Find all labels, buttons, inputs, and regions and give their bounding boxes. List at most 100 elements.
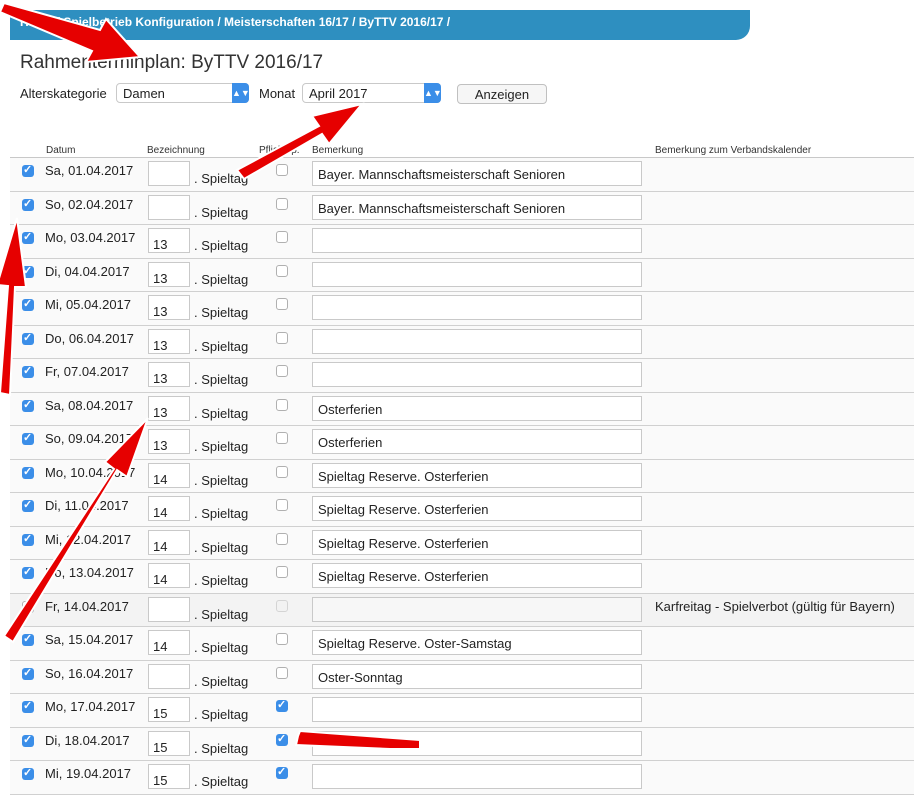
table-row: So, 09.04.2017 13 . Spieltag Osterferien <box>10 426 914 460</box>
row-date: Di, 11.04.2017 <box>45 498 129 513</box>
pflichtspiel-checkbox[interactable] <box>276 666 288 679</box>
row-select-checkbox[interactable] <box>22 197 34 211</box>
spieltag-number-input[interactable] <box>148 663 190 689</box>
row-date: Fr, 14.04.2017 <box>45 598 129 614</box>
table-row: Mo, 10.04.2017 14. Spieltag Spieltag Reser… <box>10 459 914 493</box>
bemerkung-input[interactable]: Osterferien <box>312 395 642 421</box>
bemerkung-input[interactable] <box>312 328 642 354</box>
monat-select[interactable]: April 2017 ▲▼ <box>302 83 442 103</box>
pflichtspiel-checkbox[interactable] <box>276 298 288 310</box>
bemerkung-input[interactable]: Spieltag Reserve. Osterferien <box>312 462 642 488</box>
spieltag-number-input[interactable]: 14 <box>148 496 190 521</box>
pflichtspiel-checkbox[interactable] <box>276 698 288 712</box>
row-select-checkbox[interactable] <box>22 766 34 780</box>
spieltag-number-input[interactable]: 13 <box>148 228 190 253</box>
spieltag-number-input[interactable]: 15 <box>148 697 190 722</box>
col-verbandskalender: Bemerkung zum Verbandskalender <box>655 145 812 156</box>
alterskategorie-value: Damen <box>123 86 165 101</box>
spieltag-label: . Spieltag <box>194 740 249 756</box>
row-date: Di, 18.04.2017 <box>45 732 130 748</box>
pflichtspiel-checkbox[interactable] <box>276 765 288 779</box>
row-select-checkbox[interactable] <box>22 699 34 713</box>
bemerkung-input[interactable]: Spieltag Reserve. Osterferien <box>312 529 642 555</box>
row-select-checkbox[interactable] <box>22 666 34 680</box>
pflichtspiel-checkbox[interactable] <box>276 465 288 478</box>
row-select-checkbox[interactable] <box>22 331 34 345</box>
spieltag-number-input[interactable]: 15 <box>148 764 190 789</box>
row-select-checkbox[interactable] <box>22 600 34 613</box>
pflichtspiel-checkbox[interactable] <box>276 432 288 444</box>
anzeigen-button[interactable]: Anzeigen <box>457 84 547 104</box>
spieltag-number-input[interactable] <box>148 596 190 622</box>
spieltag-number-input[interactable]: 15 <box>148 730 190 756</box>
row-select-checkbox[interactable] <box>22 632 34 646</box>
spieltag-label: . Spieltag <box>194 774 249 789</box>
spieltag-label: . Spieltag <box>194 673 249 689</box>
bemerkung-input[interactable]: Osterferien <box>312 429 642 454</box>
bemerkung-input[interactable] <box>312 697 642 722</box>
row-select-checkbox[interactable] <box>22 230 34 244</box>
alterskategorie-select[interactable]: Damen ▲▼ <box>116 83 250 103</box>
breadcrumb[interactable]: Home / Spielbetrieb Konfiguration / Meis… <box>20 15 450 29</box>
pflichtspiel-checkbox[interactable] <box>276 231 288 243</box>
pflichtspiel-checkbox[interactable] <box>276 398 288 411</box>
pflichtspiel-checkbox[interactable] <box>276 331 288 344</box>
row-select-checkbox[interactable] <box>22 163 34 177</box>
bemerkung-input[interactable]: Spieltag Reserve. Oster-Samstag <box>312 630 642 655</box>
pflichtspiel-checkbox[interactable] <box>276 197 288 210</box>
row-select-checkbox[interactable] <box>22 398 34 412</box>
bemerkung-input[interactable]: Oster-Sonntag <box>312 663 642 689</box>
pflichtspiel-checkbox[interactable] <box>276 164 288 176</box>
pflichtspiel-checkbox[interactable] <box>276 365 288 377</box>
bemerkung-input[interactable] <box>312 730 642 756</box>
spieltag-number-input[interactable]: 13 <box>148 295 190 320</box>
spieltag-number-input[interactable] <box>148 194 190 220</box>
row-select-checkbox[interactable] <box>22 431 34 445</box>
pflichtspiel-checkbox[interactable] <box>276 264 288 277</box>
chevron-updown-icon: ▲▼ <box>424 83 442 103</box>
pflichtspiel-checkbox[interactable] <box>276 532 288 545</box>
spieltag-label: . Spieltag <box>194 439 249 454</box>
pflichtspiel-checkbox[interactable] <box>276 633 288 645</box>
bemerkung-input[interactable]: Spieltag Reserve. Osterferien <box>312 496 642 521</box>
spieltag-number-input[interactable]: 13 <box>148 395 190 421</box>
row-select-checkbox[interactable] <box>22 364 34 378</box>
pflichtspiel-checkbox[interactable] <box>276 499 288 511</box>
row-date: So, 09.04.2017 <box>45 431 134 446</box>
pflichtspiel-checkbox[interactable] <box>276 566 288 578</box>
spieltag-number-input[interactable]: 14 <box>148 529 190 555</box>
bemerkung-input[interactable]: Bayer. Mannschaftsmeisterschaft Senioren <box>312 161 642 186</box>
spieltag-label: . Spieltag <box>194 372 249 387</box>
row-select-checkbox[interactable] <box>22 264 34 278</box>
row-date: Mo, 10.04.2017 <box>45 464 136 480</box>
bemerkung-input[interactable] <box>312 362 642 387</box>
bemerkung-input[interactable] <box>312 764 642 789</box>
row-select-checkbox[interactable] <box>22 465 34 479</box>
bemerkung-input[interactable] <box>312 261 642 287</box>
bemerkung-input[interactable]: Spieltag Reserve. Osterferien <box>312 563 642 588</box>
spieltag-number-input[interactable]: 14 <box>148 563 190 588</box>
row-select-checkbox[interactable] <box>22 297 34 311</box>
table-row: Do, 06.04.2017 13. Spieltag <box>10 325 914 359</box>
row-date: So, 02.04.2017 <box>45 196 134 212</box>
spieltag-number-input[interactable]: 13 <box>148 328 190 354</box>
row-select-checkbox[interactable] <box>22 498 34 512</box>
spieltag-number-input[interactable]: 13 <box>148 429 190 454</box>
spieltag-label: . Spieltag <box>194 707 249 722</box>
row-select-checkbox[interactable] <box>22 565 34 579</box>
table-row: Fr, 07.04.2017 13 . Spieltag <box>10 359 914 393</box>
spieltag-number-input[interactable]: 14 <box>148 462 190 488</box>
chevron-updown-icon: ▲▼ <box>232 83 250 103</box>
spieltag-number-input[interactable] <box>148 161 190 186</box>
bemerkung-input[interactable] <box>312 228 642 253</box>
row-select-checkbox[interactable] <box>22 532 34 546</box>
bemerkung-input[interactable] <box>312 295 642 320</box>
row-select-checkbox[interactable] <box>22 733 34 747</box>
spieltag-number-input[interactable]: 13 <box>148 261 190 287</box>
row-date: So, 16.04.2017 <box>45 665 134 681</box>
spieltag-number-input[interactable]: 14 <box>148 630 190 655</box>
bemerkung-input[interactable]: Bayer. Mannschaftsmeisterschaft Senioren <box>312 194 642 220</box>
pflichtspiel-checkbox[interactable] <box>276 732 288 746</box>
spieltag-number-input[interactable]: 13 <box>148 362 190 387</box>
spieltag-label: . Spieltag <box>194 539 249 555</box>
